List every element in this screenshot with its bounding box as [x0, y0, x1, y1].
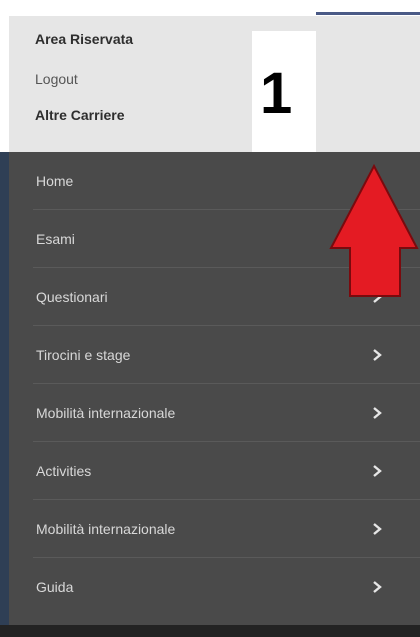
menu-item-label: Activities [36, 463, 92, 479]
menu-item-label: Questionari [36, 289, 108, 305]
annotation-number-box: 1 [252, 31, 316, 152]
bottom-bar [0, 625, 420, 637]
menu-item-label: Home [36, 173, 74, 189]
user-header: Area Riservata Logout Altre Carriere [9, 16, 420, 152]
chevron-right-icon [373, 581, 382, 593]
top-accent-line [316, 12, 420, 15]
menu-item-label: Mobilità internazionale [36, 405, 176, 421]
menu-item-tirocini-e-stage[interactable]: Tirocini e stage [9, 326, 420, 384]
menu-item-label: Esami [36, 231, 75, 247]
menu-item-mobilita-internazionale-2[interactable]: Mobilità internazionale [9, 500, 420, 558]
chevron-right-icon [373, 407, 382, 419]
logout-link[interactable]: Logout [35, 71, 78, 87]
menu-item-label: Tirocini e stage [36, 347, 131, 363]
red-arrow-shape [329, 163, 419, 297]
menu-item-activities[interactable]: Activities [9, 442, 420, 500]
area-riservata-title: Area Riservata [35, 31, 134, 47]
menu-item-label: Mobilità internazionale [36, 521, 176, 537]
red-arrow-icon [329, 163, 419, 297]
chevron-right-icon [373, 465, 382, 477]
sidebar-edge [0, 152, 9, 625]
menu-item-guida[interactable]: Guida [9, 558, 420, 616]
menu-item-label: Guida [36, 579, 74, 595]
chevron-right-icon [373, 349, 382, 361]
chevron-right-icon [373, 523, 382, 535]
menu-item-mobilita-internazionale[interactable]: Mobilità internazionale [9, 384, 420, 442]
altre-carriere-link[interactable]: Altre Carriere [35, 107, 125, 123]
annotation-number: 1 [260, 61, 293, 126]
